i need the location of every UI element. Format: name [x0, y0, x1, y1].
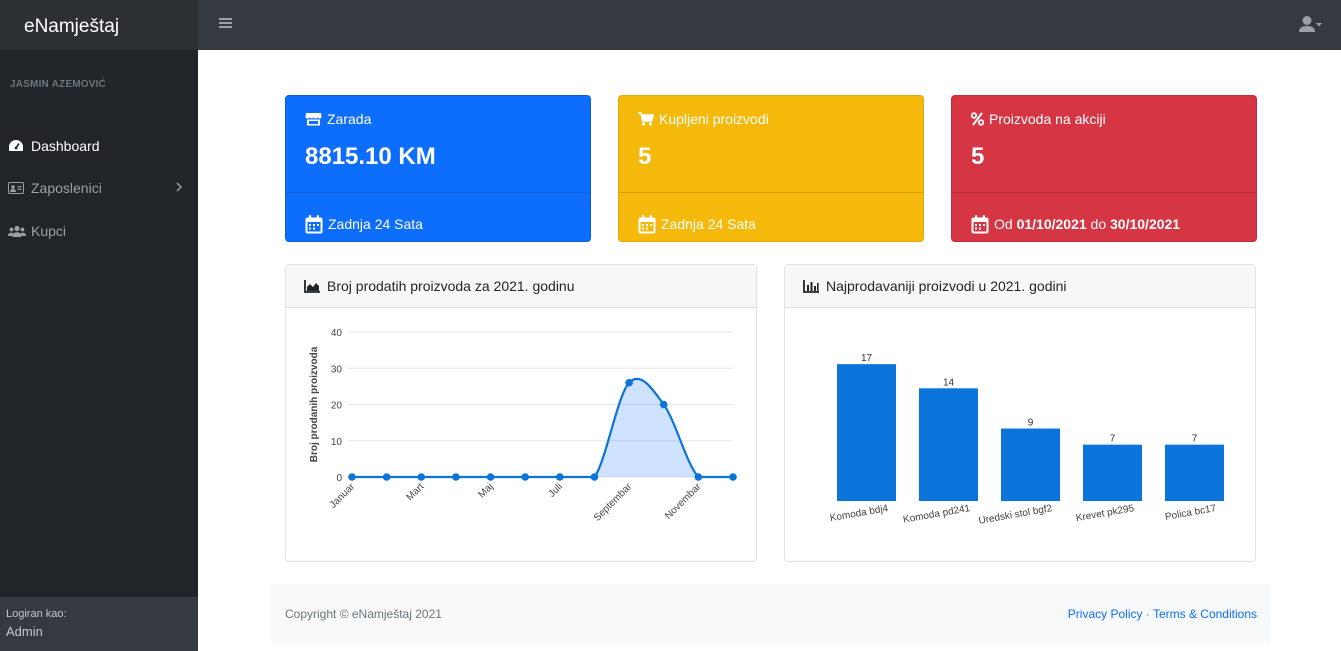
- users-icon: [8, 224, 26, 238]
- date-range-prefix: Od: [994, 216, 1013, 232]
- user-dropdown-icon[interactable]: [1299, 15, 1323, 35]
- logged-in-label: Logiran kao:: [6, 608, 67, 620]
- card-earnings: Zarada 8815.10 KM Zadnja 24 Sata: [285, 95, 591, 242]
- data-point: [659, 400, 668, 409]
- data-point: [348, 473, 356, 481]
- card-value: 8815.10 KM: [305, 143, 436, 170]
- card-title: Proizvoda na akciji: [989, 111, 1106, 127]
- date-range-from: 01/10/2021: [1016, 216, 1087, 232]
- x-tick-label: Krevet pk295: [1075, 503, 1135, 524]
- cart-icon: [638, 112, 654, 126]
- sidebar-item-label: Dashboard: [31, 138, 100, 154]
- data-point: [417, 473, 426, 481]
- bar-data-label: 7: [1192, 434, 1198, 445]
- bar-data-label: 14: [943, 377, 955, 388]
- data-point: [625, 378, 633, 387]
- bar-chart-card: Najprodavaniji proizvodi u 2021. godini …: [784, 264, 1256, 562]
- id-card-icon: [8, 181, 26, 195]
- date-range-to: 30/10/2021: [1110, 216, 1181, 232]
- line-chart-card: Broj prodatih proizvoda za 2021. godinu …: [285, 264, 757, 562]
- card-footer-text: Zadnja 24 Sata: [328, 216, 423, 232]
- calendar-icon: [305, 214, 323, 234]
- sidebar: JASMIN AZEMOVIĆ Dashboard Zaposlenici Ku…: [0, 50, 198, 651]
- bar-chart: 17 Komoda bdj4 14 Komoda pd241 9 Uredski stol…: [829, 353, 1224, 527]
- privacy-policy-link[interactable]: Privacy Policy: [1068, 607, 1143, 621]
- x-tick-label: Septembar: [592, 481, 635, 524]
- calendar-icon: [638, 214, 656, 234]
- x-tick-label: Januar: [328, 481, 358, 511]
- footer-links: Privacy Policy · Terms & Conditions: [1068, 607, 1257, 621]
- chevron-right-icon: [176, 181, 183, 195]
- data-point: [382, 473, 391, 481]
- x-tick-label: Komoda pd241: [902, 503, 971, 526]
- bar-data-label: 17: [861, 353, 873, 364]
- card-value: 5: [971, 143, 985, 170]
- y-tick-label: 10: [331, 437, 343, 448]
- card-value: 5: [638, 143, 652, 170]
- y-axis-label: Broj prodanih proizvoda: [309, 346, 320, 462]
- bar-data-label: 9: [1028, 418, 1034, 429]
- bar: [1001, 428, 1060, 501]
- chart-title: Broj prodatih proizvoda za 2021. godinu: [327, 278, 575, 294]
- footer-separator: ·: [1145, 607, 1150, 621]
- data-point: [521, 473, 529, 481]
- x-tick-label: Mart: [404, 481, 426, 503]
- y-tick-label: 30: [331, 364, 343, 375]
- data-point: [486, 473, 495, 481]
- bar: [1165, 444, 1224, 501]
- date-range-mid: do: [1090, 216, 1107, 232]
- area-chart-icon: [304, 279, 320, 293]
- logged-in-user: Admin: [6, 624, 43, 639]
- x-tick-label: Juli: [547, 481, 565, 499]
- x-tick-label: Polica bc17: [1164, 503, 1217, 523]
- line-chart: 0 10 20 30 40 Broj prodanih proizvoda Januar Ma…: [309, 328, 737, 524]
- card-purchased-products: Kupljeni proizvodi 5 Zadnja 24 Sata: [618, 95, 924, 242]
- data-point: [729, 473, 737, 481]
- x-tick-label: Uredski stol bgf2: [978, 503, 1054, 527]
- sidebar-footer: Logiran kao: Admin: [0, 597, 198, 651]
- card-products-on-sale: Proizvoda na akciji 5 Od 01/10/2021 do 3…: [951, 95, 1257, 242]
- copyright-text: Copyright © eNamještaj 2021: [285, 607, 442, 621]
- x-tick-label: Komoda bdj4: [829, 503, 889, 524]
- chart-title: Najprodavaniji proizvodi u 2021. godini: [826, 278, 1067, 294]
- card-footer-text: Od 01/10/2021 do 30/10/2021: [994, 216, 1180, 232]
- data-point: [452, 473, 460, 481]
- sidebar-toggle-icon[interactable]: [219, 17, 233, 33]
- x-tick-label: Novembar: [663, 481, 704, 522]
- sidebar-item-zaposlenici[interactable]: Zaposlenici: [0, 168, 198, 208]
- sidebar-item-dashboard[interactable]: Dashboard: [0, 126, 198, 166]
- bar: [1083, 444, 1142, 501]
- data-point: [590, 473, 599, 481]
- bar: [919, 388, 978, 501]
- card-title: Zarada: [327, 111, 372, 127]
- card-footer-text: Zadnja 24 Sata: [661, 216, 756, 232]
- sidebar-item-label: Zaposlenici: [31, 180, 102, 196]
- tachometer-icon: [8, 139, 26, 153]
- y-tick-label: 0: [336, 473, 342, 484]
- top-navbar: eNamještaj: [0, 0, 1341, 50]
- bar: [837, 364, 896, 501]
- brand-logo[interactable]: eNamještaj: [0, 0, 198, 50]
- page-footer: Copyright © eNamještaj 2021 Privacy Poli…: [271, 584, 1270, 644]
- x-tick-label: Maj: [476, 481, 495, 500]
- bar-chart-icon: [803, 279, 819, 293]
- sidebar-item-kupci[interactable]: Kupci: [0, 211, 198, 251]
- data-point: [694, 473, 703, 481]
- store-icon: [305, 112, 322, 126]
- bar-data-label: 7: [1110, 434, 1116, 445]
- y-tick-label: 40: [331, 328, 343, 339]
- sidebar-user-name: JASMIN AZEMOVIĆ: [10, 79, 106, 90]
- y-tick-label: 20: [331, 401, 343, 412]
- percent-icon: [971, 112, 984, 126]
- sidebar-item-label: Kupci: [31, 223, 67, 239]
- calendar-icon: [971, 214, 989, 234]
- card-title: Kupljeni proizvodi: [659, 111, 769, 127]
- terms-link[interactable]: Terms & Conditions: [1153, 607, 1257, 621]
- data-point: [556, 473, 564, 481]
